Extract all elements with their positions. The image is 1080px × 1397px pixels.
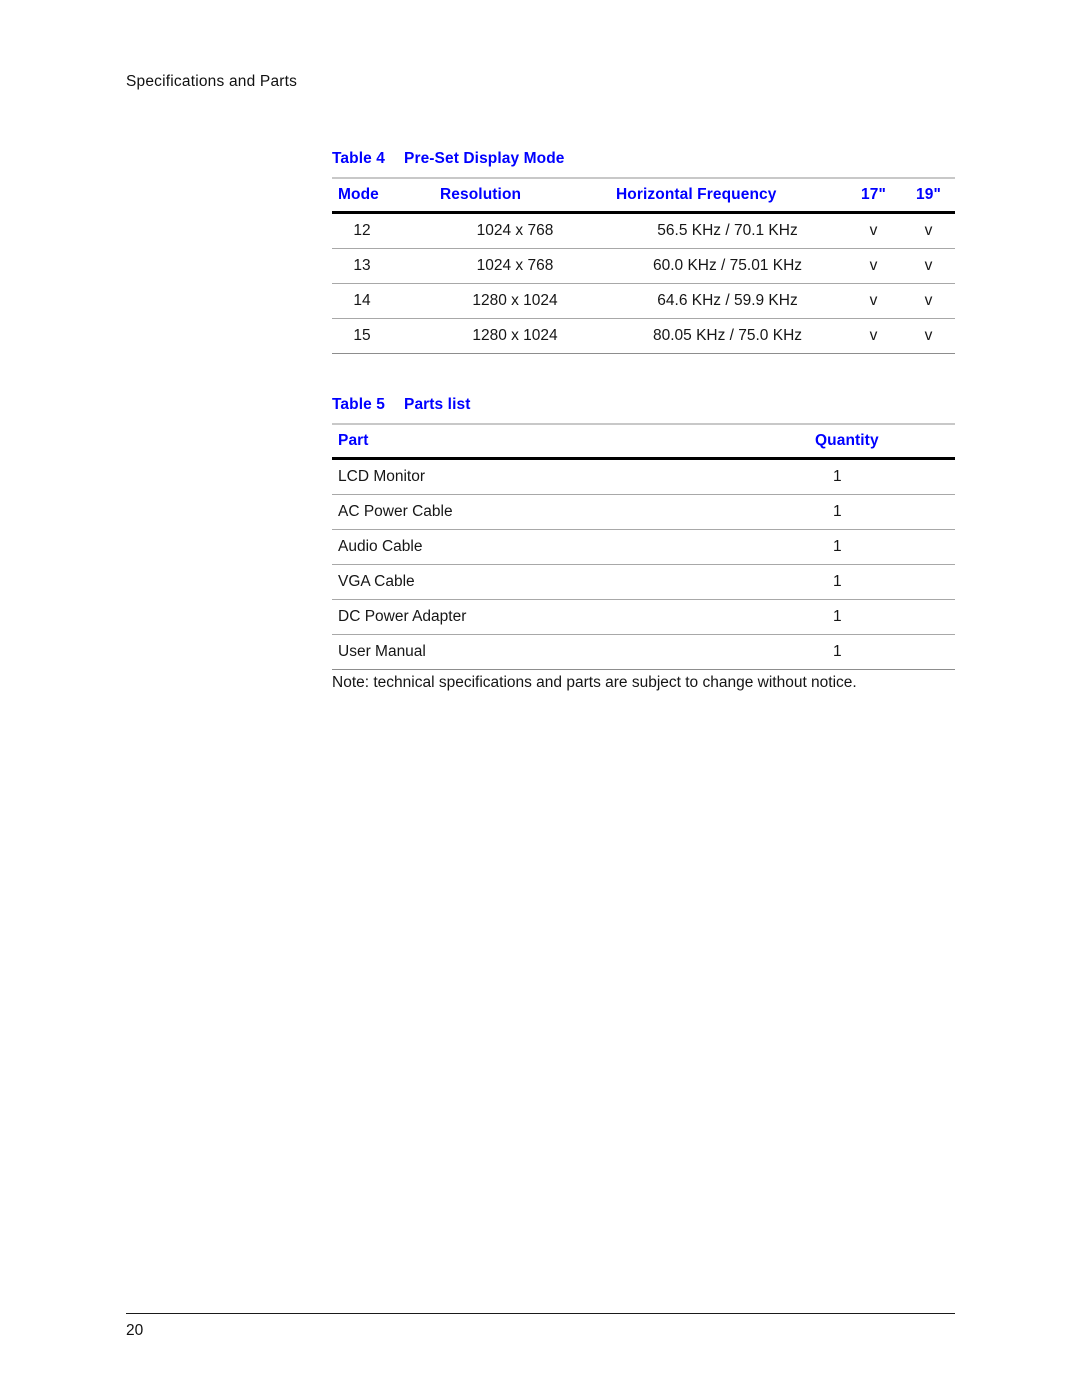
cell-part: User Manual — [332, 634, 810, 670]
pre-set-display-mode-table: Mode Resolution Horizontal Frequency 17"… — [332, 177, 955, 354]
cell-part: Audio Cable — [332, 529, 810, 565]
cell-17-inch: v — [845, 212, 902, 249]
cell-quantity: 1 — [810, 564, 955, 600]
running-header: Specifications and Parts — [126, 73, 298, 90]
cell-part: LCD Monitor — [332, 458, 810, 495]
table-row: 14 1280 x 1024 64.6 KHz / 59.9 KHz v v — [332, 283, 955, 319]
table-row: User Manual 1 — [332, 634, 955, 670]
parts-list-table: Part Quantity LCD Monitor 1 AC Power Cab… — [332, 423, 955, 670]
cell-frequency: 64.6 KHz / 59.9 KHz — [610, 283, 845, 319]
cell-19-inch: v — [902, 248, 955, 284]
table-5-caption-number: Table 5 — [332, 396, 385, 413]
cell-quantity: 1 — [810, 634, 955, 670]
column-header-resolution: Resolution — [420, 177, 610, 214]
table-row: VGA Cable 1 — [332, 564, 955, 600]
table-row: DC Power Adapter 1 — [332, 599, 955, 635]
table-note: Note: technical specifications and parts… — [332, 674, 857, 691]
cell-19-inch: v — [902, 212, 955, 249]
cell-19-inch: v — [902, 318, 955, 354]
column-header-horizontal-frequency: Horizontal Frequency — [610, 177, 845, 214]
cell-part: AC Power Cable — [332, 494, 810, 530]
cell-frequency: 60.0 KHz / 75.01 KHz — [610, 248, 845, 284]
table-4-caption-number: Table 4 — [332, 150, 385, 167]
table-5-header-row: Part Quantity — [332, 423, 955, 460]
cell-17-inch: v — [845, 283, 902, 319]
cell-mode: 15 — [332, 318, 420, 354]
cell-frequency: 80.05 KHz / 75.0 KHz — [610, 318, 845, 354]
column-header-17-inch: 17" — [845, 177, 902, 214]
cell-resolution: 1280 x 1024 — [420, 283, 610, 319]
table-4-block: Table 4 Pre-Set Display Mode Mode Resolut… — [332, 150, 955, 354]
column-header-part: Part — [332, 423, 810, 460]
table-5-block: Table 5 Parts list Part Quantity LCD Moni… — [332, 396, 955, 670]
column-header-19-inch: 19" — [902, 177, 955, 214]
cell-mode: 13 — [332, 248, 420, 284]
table-4-caption-title: Pre-Set Display Mode — [404, 150, 565, 167]
cell-mode: 14 — [332, 283, 420, 319]
cell-quantity: 1 — [810, 599, 955, 635]
table-row: 13 1024 x 768 60.0 KHz / 75.01 KHz v v — [332, 248, 955, 284]
cell-resolution: 1024 x 768 — [420, 212, 610, 249]
cell-19-inch: v — [902, 283, 955, 319]
cell-part: VGA Cable — [332, 564, 810, 600]
cell-resolution: 1024 x 768 — [420, 248, 610, 284]
footer-rule — [126, 1313, 955, 1314]
column-header-mode: Mode — [332, 177, 420, 214]
table-5-caption-title: Parts list — [404, 396, 471, 413]
cell-resolution: 1280 x 1024 — [420, 318, 610, 354]
table-5-caption: Table 5 Parts list — [332, 396, 955, 423]
table-row: LCD Monitor 1 — [332, 458, 955, 495]
table-4-header-row: Mode Resolution Horizontal Frequency 17"… — [332, 177, 955, 214]
table-row: 12 1024 x 768 56.5 KHz / 70.1 KHz v v — [332, 212, 955, 249]
page-number: 20 — [126, 1322, 144, 1339]
document-page: Specifications and Parts Table 4 Pre-Set … — [0, 0, 1080, 1397]
table-4-caption: Table 4 Pre-Set Display Mode — [332, 150, 955, 177]
cell-quantity: 1 — [810, 529, 955, 565]
cell-part: DC Power Adapter — [332, 599, 810, 635]
cell-17-inch: v — [845, 318, 902, 354]
cell-17-inch: v — [845, 248, 902, 284]
column-header-quantity: Quantity — [810, 423, 955, 460]
cell-mode: 12 — [332, 212, 420, 249]
table-row: AC Power Cable 1 — [332, 494, 955, 530]
table-row: 15 1280 x 1024 80.05 KHz / 75.0 KHz v v — [332, 318, 955, 354]
cell-frequency: 56.5 KHz / 70.1 KHz — [610, 212, 845, 249]
cell-quantity: 1 — [810, 494, 955, 530]
table-row: Audio Cable 1 — [332, 529, 955, 565]
cell-quantity: 1 — [810, 458, 955, 495]
